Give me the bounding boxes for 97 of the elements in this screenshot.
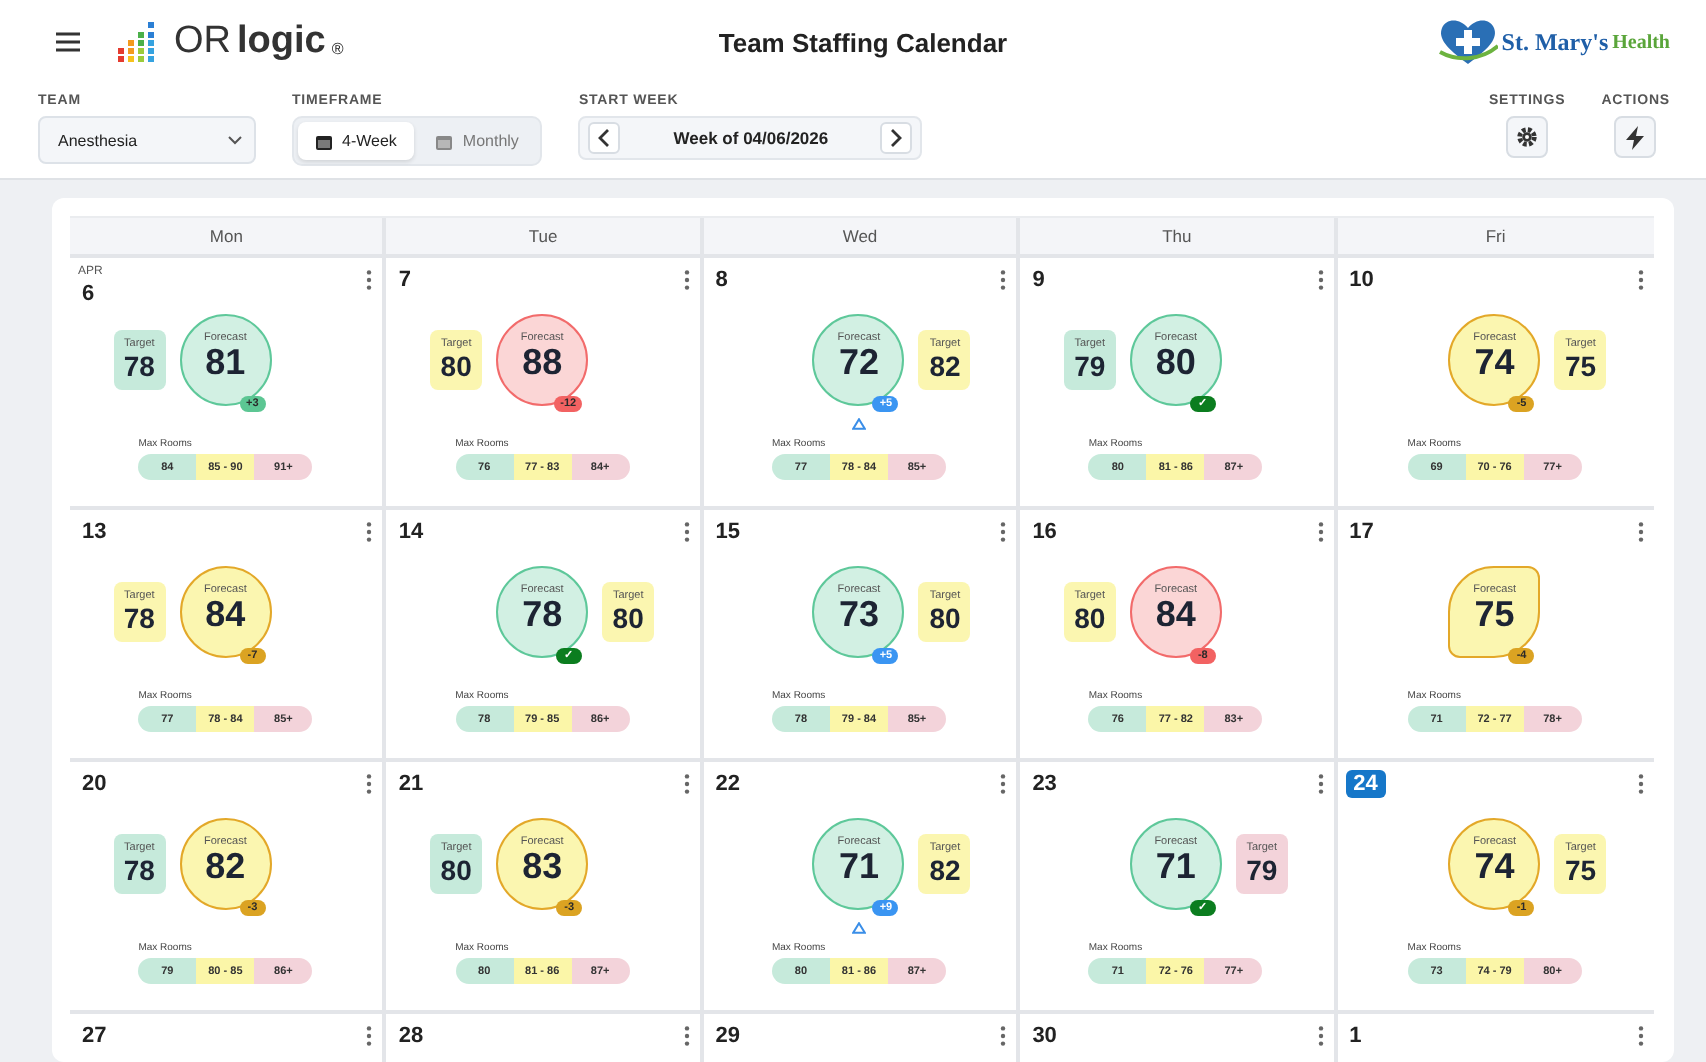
more-icon[interactable] — [366, 774, 373, 794]
timeframe-tab[interactable]: 4-Week — [298, 122, 415, 160]
day-number: 8 — [713, 266, 730, 294]
weekday-header: Wed — [703, 218, 1021, 258]
chevron-left-icon — [598, 128, 611, 148]
day-number: 1 — [1347, 1022, 1364, 1050]
settings-icon — [1516, 126, 1539, 148]
forecast-value: 81 — [205, 343, 246, 381]
day-number: 15 — [713, 518, 743, 546]
forecast-value: 82 — [205, 847, 246, 885]
target-value: 80 — [440, 854, 472, 886]
day-number: 17 — [1347, 518, 1376, 546]
weekday-header: Fri — [1337, 218, 1654, 258]
chevron-right-icon — [890, 128, 903, 148]
settings-button[interactable] — [1506, 116, 1549, 158]
lightning-icon — [1626, 125, 1645, 149]
more-icon[interactable] — [366, 1026, 373, 1046]
forecast-value: 71 — [838, 847, 879, 885]
more-icon[interactable] — [1317, 1026, 1324, 1046]
heart-cross-icon — [1437, 18, 1498, 66]
day-number: 24 — [1345, 770, 1386, 798]
timeframe-tab[interactable]: Monthly — [418, 122, 537, 160]
day-number: 29 — [713, 1022, 743, 1050]
day-number: 23 — [1030, 770, 1059, 798]
more-icon[interactable] — [683, 774, 690, 794]
more-icon[interactable] — [1000, 522, 1007, 542]
logo-text: OR — [174, 20, 231, 64]
next-week-button[interactable] — [880, 122, 913, 154]
target-value: 80 — [612, 602, 644, 634]
target-value: 78 — [123, 350, 155, 382]
forecast-value: 74 — [1474, 847, 1515, 885]
more-icon[interactable] — [683, 270, 690, 290]
target-value: 79 — [1074, 350, 1106, 382]
day-number: 28 — [396, 1022, 426, 1050]
calendar-icon — [316, 133, 332, 149]
more-icon[interactable] — [1637, 774, 1644, 794]
target-value: 82 — [929, 854, 961, 886]
day-number: 13 — [80, 518, 109, 546]
team-select[interactable]: Anesthesia — [38, 116, 256, 164]
target-value: 79 — [1246, 854, 1278, 886]
more-icon[interactable] — [1637, 1026, 1644, 1046]
page-title: Team Staffing Calendar — [718, 27, 1008, 57]
day-number: 22 — [713, 770, 743, 798]
target-value: 75 — [1564, 854, 1597, 886]
more-icon[interactable] — [1317, 270, 1324, 290]
menu-icon[interactable] — [56, 32, 80, 52]
partner-name: St. Mary's — [1501, 27, 1609, 57]
day-number: 27 — [80, 1022, 109, 1050]
target-value: 80 — [1074, 602, 1106, 634]
forecast-value: 72 — [838, 343, 879, 381]
weekday-header: Thu — [1020, 218, 1338, 258]
forecast-value: 73 — [838, 595, 879, 633]
day-number: 10 — [1347, 266, 1376, 294]
target-value: 80 — [440, 350, 472, 382]
logo-text: logic — [237, 20, 326, 64]
target-value: 78 — [123, 602, 155, 634]
target-value: 80 — [929, 602, 961, 634]
more-icon[interactable] — [1000, 270, 1007, 290]
day-number: 6 — [80, 280, 97, 308]
day-number: 21 — [396, 770, 426, 798]
more-icon[interactable] — [1317, 774, 1324, 794]
partner-name: Health — [1612, 31, 1670, 53]
registered-mark: ® — [331, 40, 344, 58]
more-icon[interactable] — [1000, 1026, 1007, 1046]
more-icon[interactable] — [1637, 270, 1644, 290]
target-value: 82 — [929, 350, 961, 382]
weekday-header: Tue — [386, 218, 704, 258]
more-icon[interactable] — [1317, 522, 1324, 542]
day-number: 9 — [1030, 266, 1047, 294]
target-value: 75 — [1564, 350, 1597, 382]
forecast-value: 71 — [1155, 847, 1196, 885]
forecast-value: 80 — [1155, 343, 1196, 381]
forecast-value: 84 — [205, 595, 246, 633]
actions-button[interactable] — [1614, 116, 1657, 158]
forecast-value: 78 — [522, 595, 563, 633]
forecast-value: 74 — [1474, 343, 1515, 381]
weekday-header: Mon — [70, 218, 387, 258]
day-number: 30 — [1030, 1022, 1059, 1050]
day-number: 14 — [396, 518, 426, 546]
forecast-value: 83 — [522, 847, 563, 885]
more-icon[interactable] — [1637, 522, 1644, 542]
day-number: 20 — [80, 770, 109, 798]
calendar-icon — [436, 133, 453, 149]
more-icon[interactable] — [683, 522, 690, 542]
day-number: 7 — [396, 266, 414, 294]
target-value: 78 — [123, 854, 155, 886]
more-icon[interactable] — [1000, 774, 1007, 794]
day-number: 16 — [1030, 518, 1059, 546]
more-icon[interactable] — [683, 1026, 690, 1046]
more-icon[interactable] — [366, 270, 373, 290]
chevron-down-icon — [228, 135, 242, 145]
more-icon[interactable] — [366, 522, 373, 542]
forecast-value: 75 — [1474, 595, 1515, 633]
week-range: Week of 04/06/2026 — [673, 128, 829, 148]
forecast-value: 84 — [1155, 595, 1196, 633]
previous-week-button[interactable] — [588, 122, 621, 154]
forecast-value: 88 — [522, 343, 563, 381]
